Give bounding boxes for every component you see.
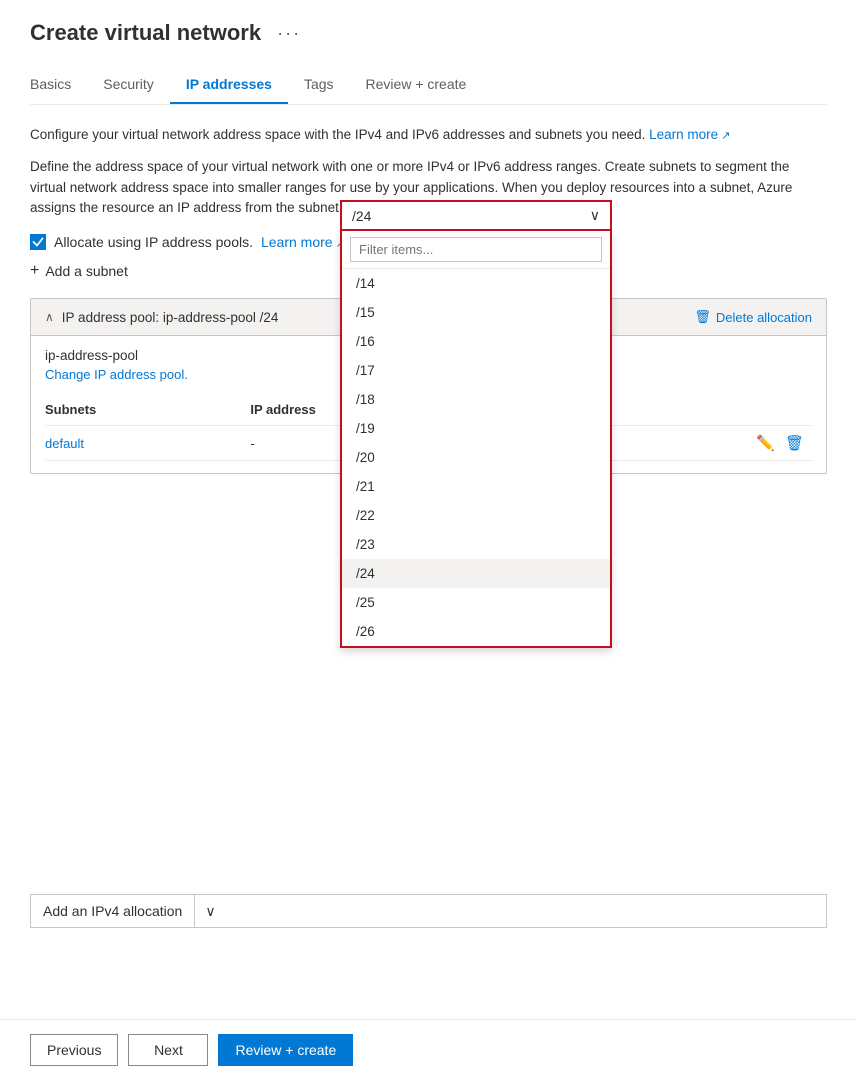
dropdown-item-selected[interactable]: /24 [342,559,610,588]
dropdown-item[interactable]: /14 [342,269,610,298]
info-text-1: Configure your virtual network address s… [30,127,645,142]
add-ipv4-button[interactable]: Add an IPv4 allocation ∨ [30,894,827,928]
allocate-checkbox-label: Allocate using IP address pools. [54,234,253,250]
footer: Previous Next Review + create [0,1019,857,1080]
add-subnet-label: Add a subnet [45,263,128,279]
dropdown-item[interactable]: /18 [342,385,610,414]
ip-pool-title: IP address pool: ip-address-pool /24 [62,310,279,325]
tab-ip-addresses[interactable]: IP addresses [170,66,288,104]
delete-allocation-button[interactable]: 🗑 Delete allocation [694,309,812,325]
tab-tags[interactable]: Tags [288,66,350,104]
ip-pool-header-left: ∧ IP address pool: ip-address-pool /24 [45,310,278,325]
dropdown-item[interactable]: /20 [342,443,610,472]
learn-more-link-1[interactable]: Learn more [649,127,730,142]
subnets-column-header: Subnets [45,396,250,426]
edit-row-icon[interactable]: ✏️ [756,434,775,452]
delete-allocation-label: Delete allocation [716,310,812,325]
chevron-down-icon: ∨ [590,207,600,224]
tab-review-create[interactable]: Review + create [350,66,483,104]
dropdown-item[interactable]: /16 [342,327,610,356]
dropdown-item[interactable]: /17 [342,356,610,385]
add-ipv4-chevron-icon[interactable]: ∨ [195,896,225,927]
allocate-learn-more[interactable]: Learn more [261,234,345,250]
cidr-selected-value: /24 [352,208,371,224]
tabs-nav: Basics Security IP addresses Tags Review… [30,66,827,105]
cidr-dropdown-container: /24 ∨ /14 /15 /16 /17 /18 /19 /20 /21 /2… [340,200,612,648]
dropdown-filter-area [342,231,610,269]
dropdown-item[interactable]: /15 [342,298,610,327]
subnet-default-link[interactable]: default [45,436,84,451]
cidr-dropdown-trigger[interactable]: /24 ∨ [340,200,612,231]
add-ipv4-section: Add an IPv4 allocation ∨ [30,894,827,928]
trash-icon: 🗑 [694,309,711,325]
dropdown-filter-input[interactable] [350,237,602,262]
tab-security[interactable]: Security [87,66,170,104]
dropdown-item[interactable]: /19 [342,414,610,443]
cidr-dropdown-panel: /14 /15 /16 /17 /18 /19 /20 /21 /22 /23 … [340,231,612,648]
add-ipv4-label: Add an IPv4 allocation [31,896,194,926]
info-line1: Configure your virtual network address s… [30,125,827,145]
page-title: Create virtual network [30,20,261,46]
allocate-checkbox[interactable] [30,234,46,250]
dropdown-item[interactable]: /26 [342,617,610,646]
delete-row-icon[interactable]: 🗑 [785,434,804,452]
dropdown-item[interactable]: /25 [342,588,610,617]
collapse-chevron-icon[interactable]: ∧ [45,310,54,324]
tab-basics[interactable]: Basics [30,66,87,104]
dropdown-item[interactable]: /23 [342,530,610,559]
dropdown-list[interactable]: /14 /15 /16 /17 /18 /19 /20 /21 /22 /23 … [342,269,610,646]
dropdown-item[interactable]: /22 [342,501,610,530]
next-button[interactable]: Next [128,1034,208,1066]
previous-button[interactable]: Previous [30,1034,118,1066]
dropdown-item[interactable]: /21 [342,472,610,501]
plus-icon: + [30,262,39,280]
review-create-button[interactable]: Review + create [218,1034,353,1066]
more-options-button[interactable]: ··· [273,21,305,46]
